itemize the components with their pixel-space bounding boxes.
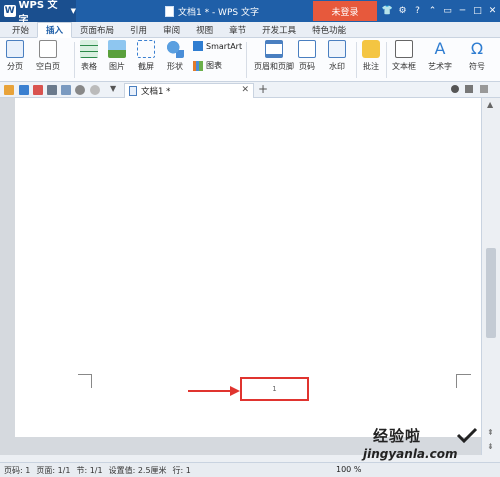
tab-insert[interactable]: 插入 xyxy=(37,22,73,38)
scroll-thumb[interactable] xyxy=(486,248,496,338)
tab-home[interactable]: 开始 xyxy=(4,22,37,38)
title-bar: W WPS 文字 ▼ 文档1 * - WPS 文字 未登录 👕 ⚙ ? ⌃ ▭ … xyxy=(0,0,500,26)
app-menu-button[interactable]: W WPS 文字 ▼ xyxy=(0,0,76,26)
page-number-icon xyxy=(298,40,316,58)
minimize-icon[interactable]: ▭ xyxy=(440,0,455,22)
ribbon-separator xyxy=(356,42,357,78)
page-number-button[interactable]: 页码 xyxy=(298,40,316,72)
close-tab-icon[interactable]: ✕ xyxy=(241,85,249,95)
ribbon-separator xyxy=(246,42,247,78)
page-down-icon[interactable]: ⇟ xyxy=(487,442,494,451)
tab-references[interactable]: 引用 xyxy=(122,22,155,38)
ribbon-separator xyxy=(386,42,387,78)
print-icon[interactable] xyxy=(47,85,57,95)
screenshot-button[interactable]: 截屏 xyxy=(137,40,155,72)
page-break-button[interactable]: 分页 xyxy=(6,40,24,72)
status-bar: 页码: 1 页面: 1/1 节: 1/1 设置值: 2.5厘米 行: 1 xyxy=(0,462,500,477)
wps-logo-icon: W xyxy=(4,5,16,17)
watermark-icon xyxy=(328,40,346,58)
page-number-text: 1 xyxy=(272,385,277,393)
table-icon xyxy=(80,40,98,58)
window-controls: 👕 ⚙ ? ⌃ ▭ ─ □ ✕ xyxy=(380,0,500,22)
symbol-button[interactable]: Ω 符号 xyxy=(468,40,486,72)
header-footer-icon xyxy=(265,40,283,58)
window-title-text: 文档1 * - WPS 文字 xyxy=(178,7,259,18)
tab-developer[interactable]: 开发工具 xyxy=(254,22,304,38)
watermark-button[interactable]: 水印 xyxy=(328,40,346,72)
customize-dropdown-icon[interactable]: ▼ xyxy=(110,84,116,93)
watermark-url: jingyanla.com xyxy=(363,447,458,461)
status-line: 行: 1 xyxy=(172,465,191,475)
table-button[interactable]: 表格 xyxy=(80,40,98,72)
wordart-icon: A xyxy=(434,39,446,58)
screenshot-icon xyxy=(137,40,155,58)
save-icon[interactable] xyxy=(19,85,29,95)
comment-icon xyxy=(362,40,380,58)
tab-view[interactable]: 视图 xyxy=(188,22,221,38)
picture-icon xyxy=(108,40,126,58)
document-icon xyxy=(129,86,137,96)
page-up-icon[interactable]: ⇞ xyxy=(487,428,494,437)
ribbon-tabs: 开始 插入 页面布局 引用 审阅 视图 章节 开发工具 特色功能 xyxy=(0,22,500,38)
export-pdf-icon[interactable] xyxy=(33,85,43,95)
smartart-icon xyxy=(193,41,203,51)
maximize-button[interactable]: □ xyxy=(470,0,485,22)
status-section: 节: 1/1 xyxy=(76,465,103,475)
help-icon[interactable]: ? xyxy=(410,0,425,22)
red-arrow-annotation xyxy=(188,386,240,396)
vertical-scrollbar[interactable]: ▲ ⇞ ⇟ xyxy=(481,98,500,455)
ribbon-insert: 分页 空白页 表格 图片 截屏 形状 SmartArt 图表 页眉和页脚 页码 … xyxy=(0,38,500,82)
print-preview-icon[interactable] xyxy=(61,85,71,95)
minimize-button[interactable]: ─ xyxy=(455,0,470,22)
scroll-up-icon[interactable]: ▲ xyxy=(487,100,493,109)
header-footer-button[interactable]: 页眉和页脚 xyxy=(254,40,294,72)
comment-button[interactable]: 批注 xyxy=(362,40,380,72)
page-corner-mark-right xyxy=(456,374,471,388)
tab-sections[interactable]: 章节 xyxy=(221,22,254,38)
close-button[interactable]: ✕ xyxy=(485,0,500,22)
layout-icon[interactable] xyxy=(465,85,473,93)
status-position: 设置值: 2.5厘米 xyxy=(108,465,167,475)
document-icon xyxy=(165,5,174,17)
new-tab-icon[interactable]: + xyxy=(258,82,268,96)
page-break-icon xyxy=(6,40,24,58)
status-pages: 页面: 1/1 xyxy=(36,465,71,475)
picture-button[interactable]: 图片 xyxy=(108,40,126,72)
textbox-button[interactable]: 文本框 xyxy=(392,40,416,72)
minimize-ribbon-icon[interactable] xyxy=(480,85,488,93)
login-button[interactable]: 未登录 xyxy=(313,1,377,21)
blank-page-icon xyxy=(39,40,57,58)
collapse-icon[interactable]: ⌃ xyxy=(425,0,440,22)
shapes-icon xyxy=(166,40,184,58)
open-folder-icon[interactable] xyxy=(4,85,14,95)
shapes-button[interactable]: 形状 xyxy=(166,40,184,72)
omega-icon: Ω xyxy=(470,39,484,58)
chart-icon xyxy=(193,60,203,71)
undo-icon[interactable] xyxy=(75,85,85,95)
footer-page-number[interactable]: 1 xyxy=(240,377,309,401)
status-page: 页码: 1 xyxy=(4,465,31,475)
tab-review[interactable]: 审阅 xyxy=(155,22,188,38)
page-corner-mark-left xyxy=(78,374,92,388)
textbox-icon xyxy=(395,40,413,58)
tab-page-layout[interactable]: 页面布局 xyxy=(72,22,122,38)
navigation-icon[interactable] xyxy=(451,85,459,93)
watermark-check-logo xyxy=(456,427,478,443)
zoom-control[interactable]: 100 % xyxy=(336,462,361,477)
chart-button[interactable]: 图表 xyxy=(193,60,222,71)
settings-icon[interactable]: ⚙ xyxy=(395,0,410,22)
wordart-button[interactable]: A 艺术字 xyxy=(428,40,452,72)
redo-icon[interactable] xyxy=(90,85,100,95)
chevron-down-icon: ▼ xyxy=(70,7,76,15)
blank-page-button[interactable]: 空白页 xyxy=(36,40,60,72)
ribbon-separator xyxy=(74,42,75,78)
watermark-text: 经验啦 xyxy=(373,427,422,445)
smartart-button[interactable]: SmartArt xyxy=(193,41,242,51)
window-title: 文档1 * - WPS 文字 xyxy=(165,0,259,22)
tab-features[interactable]: 特色功能 xyxy=(304,22,354,38)
shirt-skin-icon[interactable]: 👕 xyxy=(380,0,395,22)
zoom-level: 100 % xyxy=(336,465,362,474)
document-tab[interactable]: 文档1 * ✕ xyxy=(124,83,254,98)
